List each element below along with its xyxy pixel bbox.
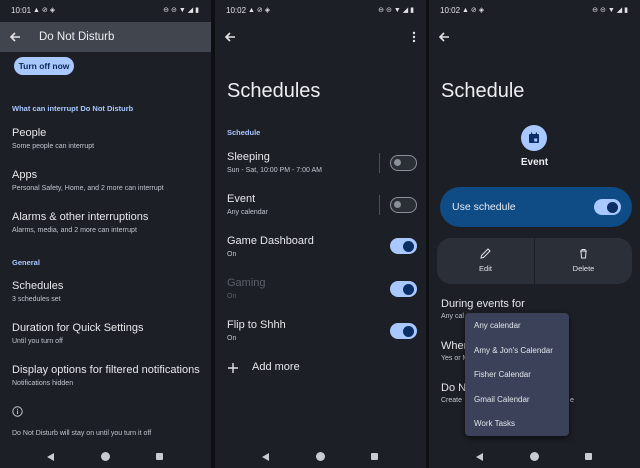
nav-back-icon[interactable]	[476, 453, 483, 461]
item-subtitle: Until you turn off	[12, 338, 63, 345]
dropdown-option-fisher-calendar[interactable]: Fisher Calendar	[474, 370, 531, 379]
status-notification-icons: ▲⊘◈	[462, 7, 487, 14]
divider	[379, 153, 380, 173]
item-title: Event	[227, 193, 256, 205]
use-schedule-card[interactable]: Use schedule	[440, 187, 632, 227]
nav-home-icon[interactable]	[316, 452, 325, 461]
status-notification-icons: ▲⊘◈	[248, 7, 273, 14]
section-header-general: General	[12, 258, 40, 267]
info-icon	[12, 406, 23, 417]
status-time: 10:01	[11, 6, 32, 15]
item-title: During events for	[441, 298, 525, 310]
status-system-icons: ⊖⊝▼◢▮	[592, 7, 630, 14]
add-more-label: Add more	[252, 361, 300, 373]
event-icon-circle	[521, 125, 547, 151]
item-subtitle: On	[227, 293, 237, 300]
use-schedule-toggle[interactable]	[594, 199, 621, 215]
status-system-icons: ⊖⊝▼◢▮	[378, 7, 416, 14]
section-header-interrupt: What can interrupt Do Not Disturb	[12, 104, 134, 113]
turn-off-now-button[interactable]: Turn off now	[14, 57, 74, 75]
item-subtitle: Create	[441, 397, 463, 404]
item-title: Wher	[441, 340, 468, 352]
status-notification-icons: ▲⊘◈	[33, 7, 58, 14]
back-arrow-icon[interactable]	[437, 30, 451, 44]
use-schedule-label: Use schedule	[452, 201, 516, 213]
schedules-screen: 10:02 ▲⊘◈ ⊖⊝▼◢▮ Schedules Schedule Sleep…	[215, 0, 426, 468]
do-not-disturb-screen: 10:01 ▲⊘◈ ⊖⊝▼◢▮ Do Not Disturb Turn off …	[0, 0, 211, 468]
more-options-icon[interactable]	[409, 31, 419, 43]
item-title: People	[12, 127, 47, 139]
item-subtitle: On	[227, 251, 237, 258]
delete-button[interactable]: Delete	[535, 238, 632, 284]
edit-button[interactable]: Edit	[437, 238, 534, 284]
back-arrow-icon[interactable]	[8, 30, 22, 44]
item-subtitle: Alarms, media, and 2 more can interrupt	[12, 227, 137, 234]
item-subtitle: On	[227, 335, 237, 342]
nav-recents-icon[interactable]	[585, 453, 592, 460]
item-subtitle: Some people can interrupt	[12, 143, 95, 150]
status-bar: 10:02 ▲⊘◈ ⊖⊝▼◢▮	[226, 6, 416, 18]
back-arrow-icon[interactable]	[223, 30, 237, 44]
item-title: Gaming	[227, 277, 266, 289]
nav-recents-icon[interactable]	[371, 453, 378, 460]
item-title: Duration for Quick Settings	[12, 322, 144, 334]
trash-icon	[580, 249, 587, 259]
item-subtitle: Sun - Sat, 10:00 PM - 7:00 AM	[227, 167, 322, 174]
item-title: Alarms & other interruptions	[12, 211, 149, 223]
item-subtitle-tail: e	[570, 397, 574, 404]
edit-label: Edit	[479, 264, 492, 273]
calendar-dropdown: Any calendar Amy & Jon's Calendar Fisher…	[465, 313, 569, 436]
item-title: Schedules	[12, 280, 64, 292]
item-title: Game Dashboard	[227, 235, 314, 247]
status-system-icons: ⊖⊝▼◢▮	[163, 7, 201, 14]
dropdown-option-gmail-calendar[interactable]: Gmail Calendar	[474, 395, 530, 404]
item-subtitle: Notifications hidden	[12, 380, 74, 387]
pencil-icon	[480, 248, 491, 259]
dropdown-option-work-tasks[interactable]: Work Tasks	[474, 419, 515, 428]
item-subtitle: Personal Safety, Home, and 2 more can in…	[12, 185, 164, 192]
gaming-toggle[interactable]	[390, 281, 417, 297]
nav-recents-icon[interactable]	[156, 453, 163, 460]
nav-back-icon[interactable]	[262, 453, 269, 461]
item-title: Flip to Shhh	[227, 319, 286, 331]
navigation-bar	[215, 446, 426, 468]
item-title: Apps	[12, 169, 38, 181]
section-header-schedule: Schedule	[227, 128, 261, 137]
calendar-icon	[529, 132, 539, 143]
page-title: Schedule	[441, 80, 525, 102]
item-title: Do N	[441, 382, 467, 394]
navigation-bar	[0, 446, 211, 468]
status-time: 10:02	[440, 6, 461, 15]
flip-to-shhh-toggle[interactable]	[390, 323, 417, 339]
plus-icon	[228, 363, 238, 373]
status-time: 10:02	[226, 6, 247, 15]
divider	[379, 195, 380, 215]
edit-delete-card: Edit Delete	[437, 238, 632, 284]
item-subtitle: Any cal	[441, 313, 464, 320]
navigation-bar	[429, 446, 640, 468]
page-title: Schedules	[227, 80, 321, 102]
delete-label: Delete	[572, 264, 595, 273]
page-title: Do Not Disturb	[39, 31, 115, 43]
nav-home-icon[interactable]	[101, 452, 110, 461]
item-subtitle: 3 schedules set	[12, 296, 61, 303]
item-subtitle: Any calendar	[227, 209, 268, 216]
event-label: Event	[520, 157, 549, 168]
sleeping-toggle[interactable]	[390, 155, 417, 171]
nav-home-icon[interactable]	[530, 452, 539, 461]
dropdown-option-any-calendar[interactable]: Any calendar	[474, 321, 521, 330]
dropdown-option-amy-jon-calendar[interactable]: Amy & Jon's Calendar	[474, 346, 553, 355]
footer-note: Do Not Disturb will stay on until you tu…	[12, 430, 152, 437]
status-bar: 10:02 ▲⊘◈ ⊖⊝▼◢▮	[440, 6, 630, 18]
game-dashboard-toggle[interactable]	[390, 238, 417, 254]
status-bar: 10:01 ▲⊘◈ ⊖⊝▼◢▮	[11, 6, 201, 18]
item-title: Display options for filtered notificatio…	[12, 364, 200, 376]
nav-back-icon[interactable]	[47, 453, 54, 461]
event-toggle[interactable]	[390, 197, 417, 213]
item-title: Sleeping	[227, 151, 270, 163]
